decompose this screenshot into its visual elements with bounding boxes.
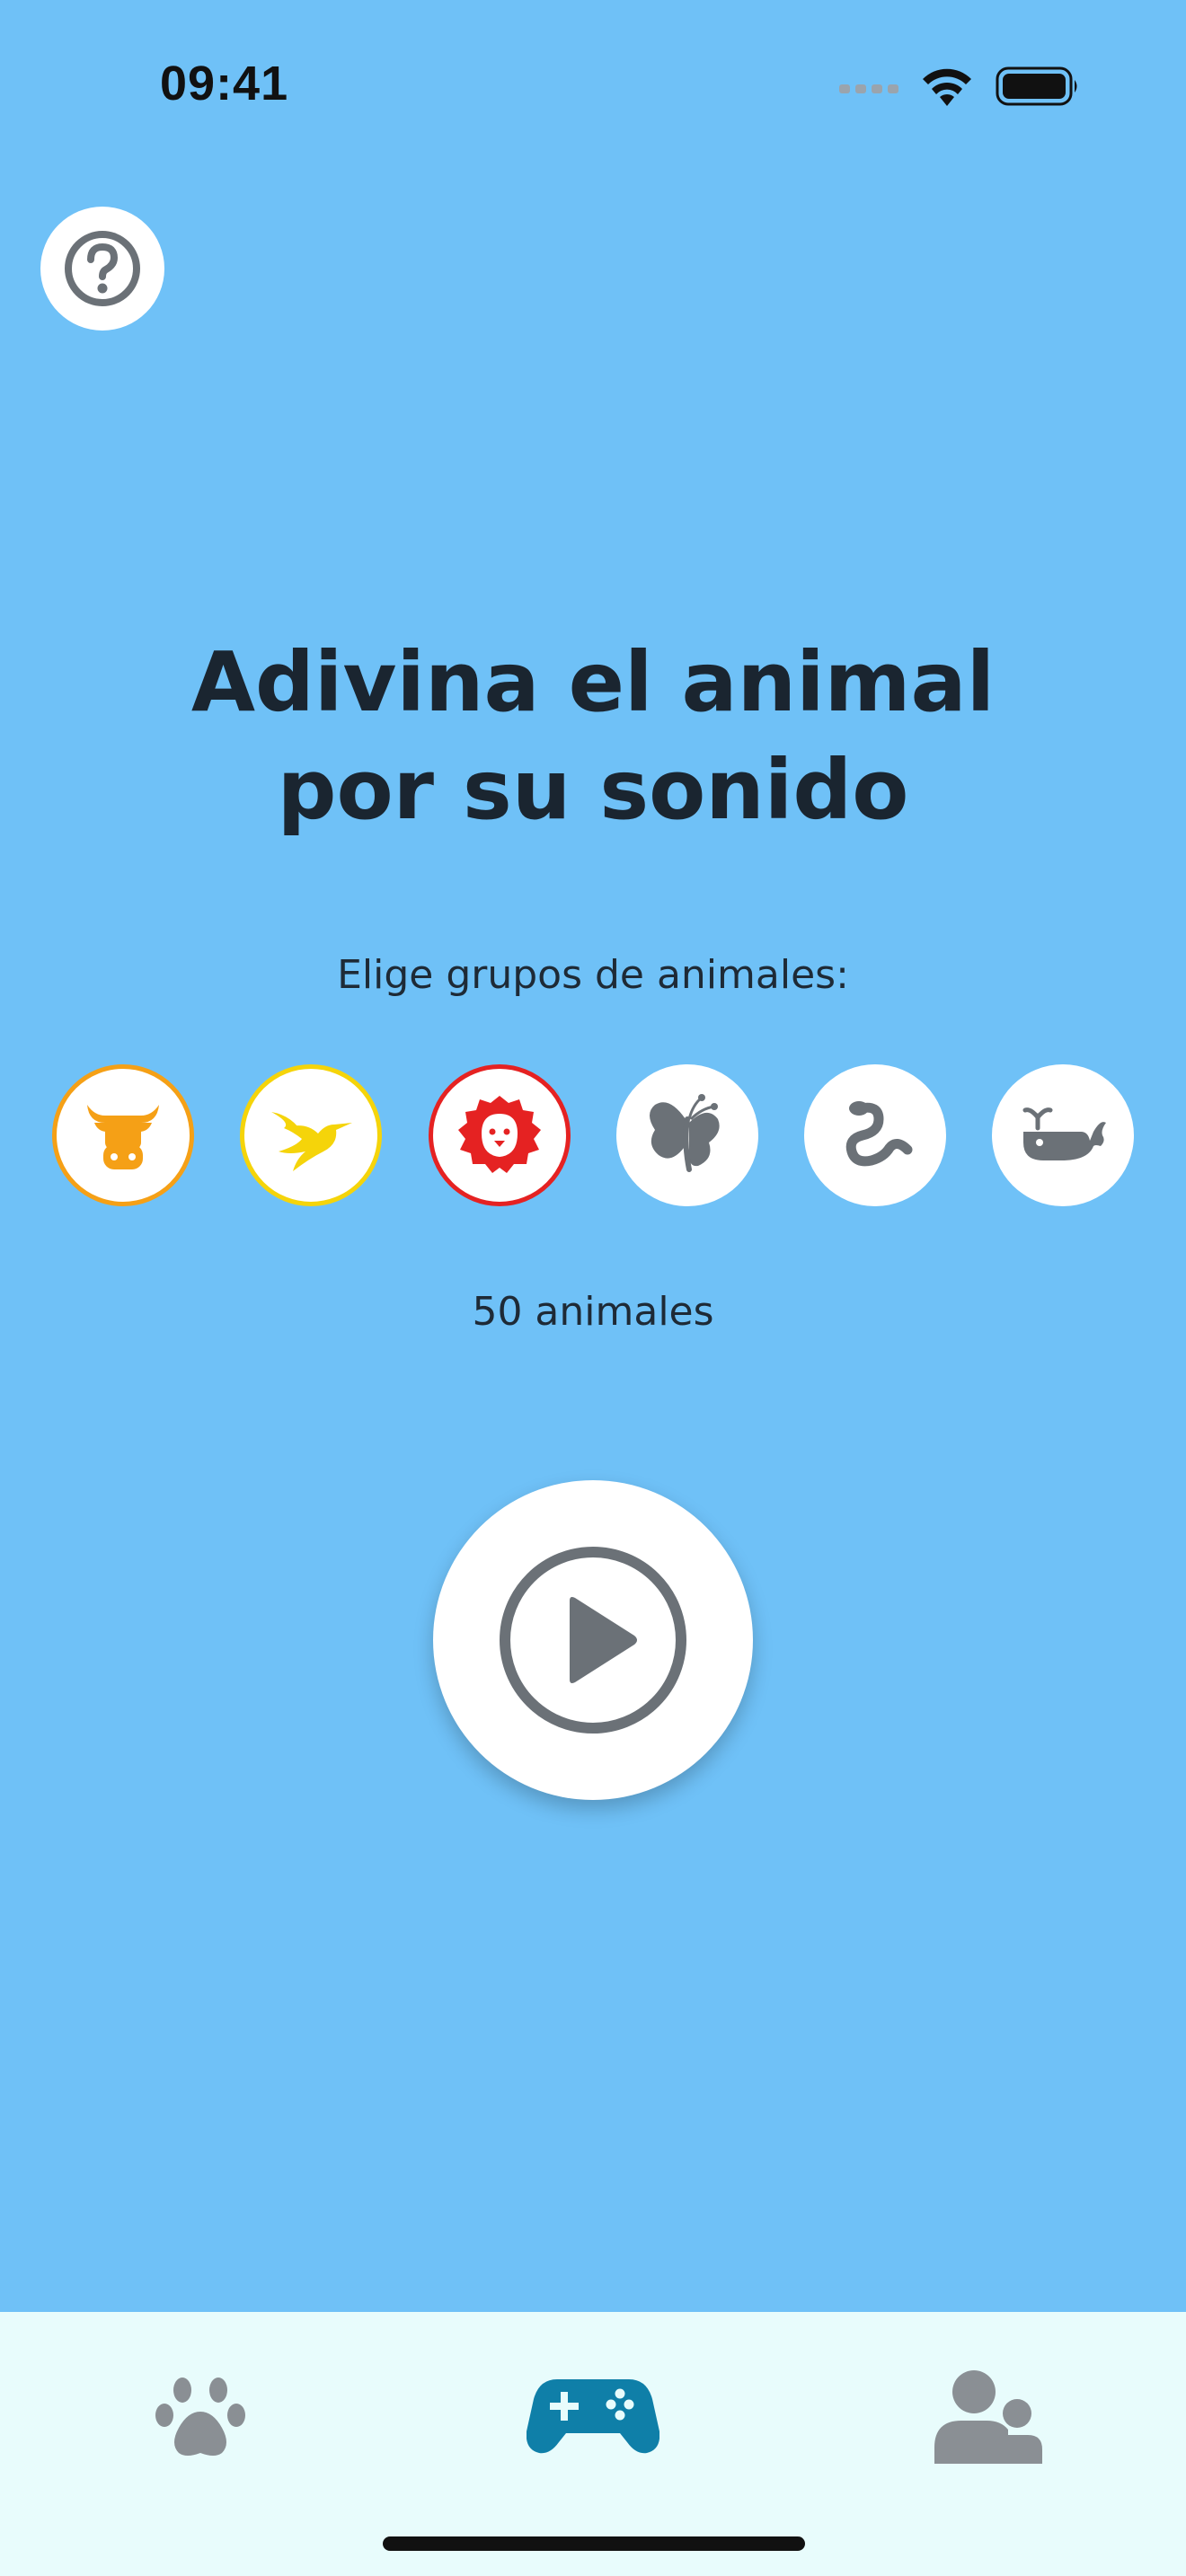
gamepad-icon [527,2379,659,2454]
group-reptiles-button[interactable] [804,1064,946,1206]
animal-groups [0,1064,1186,1206]
animal-count-label: 50 animales [472,1289,714,1335]
title-line-1: Adivina el animal [190,634,996,730]
tab-profile[interactable] [931,2357,1046,2474]
paw-icon [155,2378,245,2456]
help-button[interactable] [40,207,164,331]
question-circle-icon [65,231,140,306]
cow-icon [87,1105,159,1169]
cellular-signal-icon [839,84,898,93]
animal-groups-prompt: Elige grupos de animales: [337,952,849,998]
page-title: Adivina el animal por su sonido [0,629,1186,844]
bird-icon [271,1112,352,1171]
battery-icon [996,66,1077,106]
tab-games[interactable] [527,2357,659,2474]
status-time: 09:41 [160,57,289,110]
group-birds-button[interactable] [240,1064,382,1206]
group-farm-button[interactable] [52,1064,194,1206]
tab-animals[interactable] [144,2357,257,2474]
group-sea-button[interactable] [992,1064,1134,1206]
group-insects-button[interactable] [616,1064,758,1206]
users-icon [934,2370,1042,2464]
home-indicator [383,2536,805,2551]
status-bar: 09:41 [0,0,1186,171]
butterfly-icon [650,1094,720,1172]
status-icons [839,66,1080,106]
play-circle-icon [500,1547,686,1734]
whale-icon [1022,1107,1106,1160]
wifi-icon [923,68,971,106]
play-button[interactable] [433,1480,753,1800]
snake-icon [845,1101,913,1167]
title-line-2: por su sonido [277,742,909,838]
group-wild-button[interactable] [429,1064,571,1206]
lion-icon [458,1096,541,1173]
